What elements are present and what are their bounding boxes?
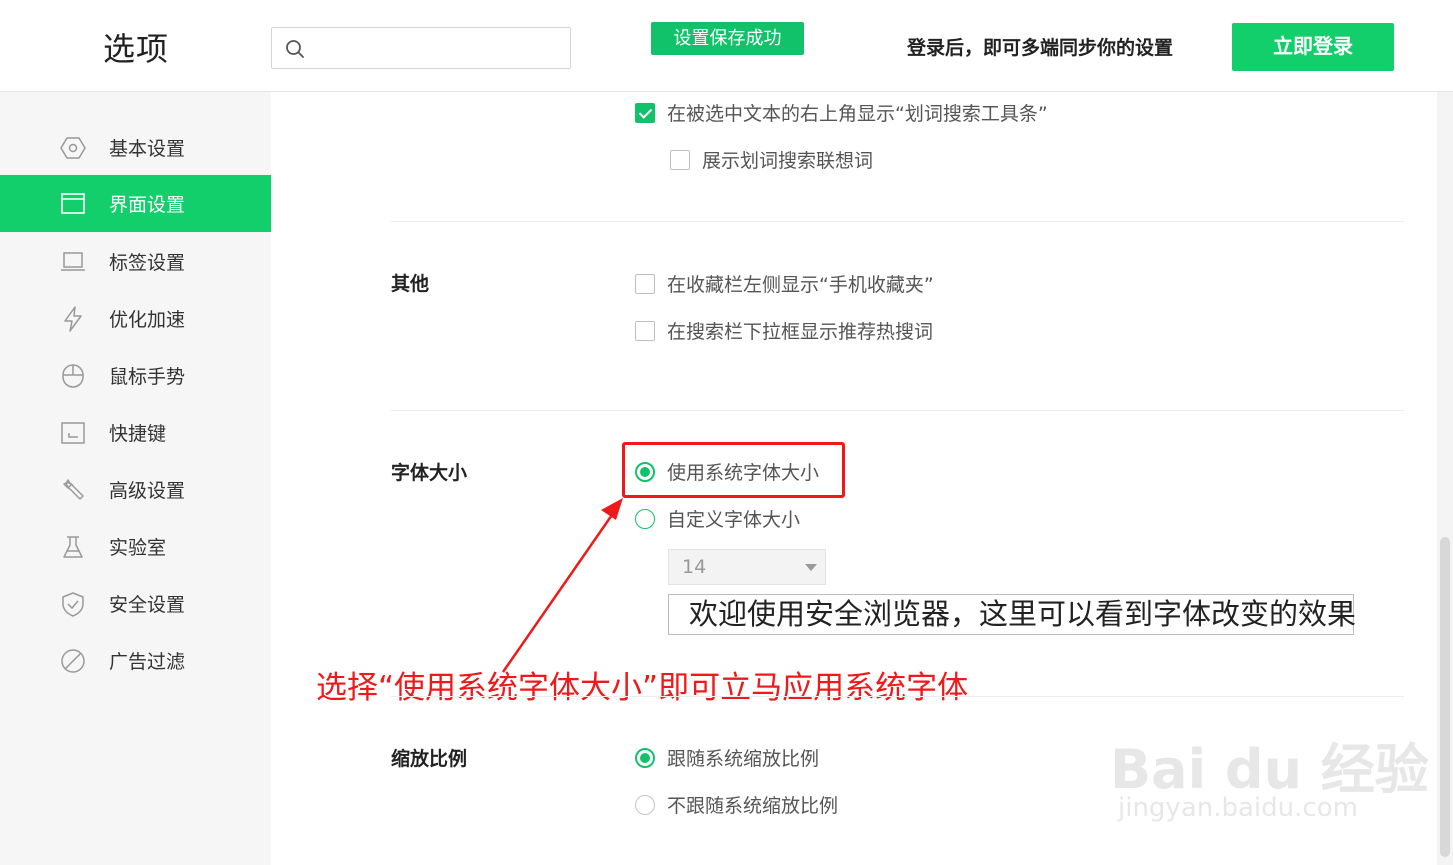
wrench-icon: [63, 479, 84, 500]
sidebar-item-basic[interactable]: 基本设置: [0, 119, 271, 176]
sidebar-item-ad-filter[interactable]: 广告过滤: [0, 632, 271, 689]
sidebar-item-lab[interactable]: 实验室: [0, 518, 271, 575]
sidebar-item-label: 标签设置: [109, 252, 186, 274]
option-label: 在收藏栏左侧显示“手机收藏夹”: [667, 274, 934, 296]
sidebar-item-security[interactable]: 安全设置: [0, 575, 271, 632]
divider: [391, 410, 1404, 411]
sidebar-item-label: 界面设置: [109, 194, 186, 216]
sidebar-item-label: 鼠标手势: [109, 366, 186, 388]
section-title-zoom: 缩放比例: [391, 748, 468, 770]
option-label: 不跟随系统缩放比例: [667, 795, 839, 817]
sidebar-item-label: 优化加速: [109, 309, 186, 331]
sidebar: 基本设置 界面设置 标签设置 优化加速 鼠标手势 快捷键 高级设置 实验室 安全…: [0, 92, 271, 865]
sidebar-item-label: 高级设置: [109, 480, 186, 502]
section-title-other: 其他: [391, 273, 430, 295]
login-button[interactable]: 立即登录: [1232, 23, 1394, 71]
search-input[interactable]: [314, 36, 559, 60]
page-title: 选项: [103, 30, 170, 68]
block-icon: [61, 649, 85, 673]
scrollbar-thumb[interactable]: [1440, 537, 1450, 857]
scrollbar[interactable]: [1437, 92, 1453, 865]
divider: [391, 696, 1404, 697]
save-success-toast: 设置保存成功: [651, 22, 804, 55]
sidebar-item-optimize[interactable]: 优化加速: [0, 290, 271, 347]
hot-search-checkbox[interactable]: [635, 320, 655, 341]
option-label: 跟随系统缩放比例: [667, 748, 820, 770]
not-follow-zoom-option[interactable]: 不跟随系统缩放比例: [635, 791, 838, 818]
sidebar-item-mouse-gesture[interactable]: 鼠标手势: [0, 347, 271, 404]
option-label: 在被选中文本的右上角显示“划词搜索工具条”: [667, 103, 1048, 125]
sidebar-item-shortcuts[interactable]: 快捷键: [0, 404, 271, 461]
sidebar-item-label: 实验室: [109, 537, 167, 559]
sidebar-item-label: 基本设置: [109, 138, 186, 160]
window-icon: [61, 193, 85, 214]
keyboard-icon: [61, 422, 85, 444]
hexagon-settings-icon: [60, 137, 86, 159]
sidebar-item-label: 快捷键: [109, 423, 167, 445]
section-title-font-size: 字体大小: [391, 462, 468, 484]
sidebar-item-tabs[interactable]: 标签设置: [0, 233, 271, 290]
sidebar-item-advanced[interactable]: 高级设置: [0, 461, 271, 518]
font-size-select[interactable]: 14: [668, 549, 826, 585]
header: 选项 设置保存成功 登录后，即可多端同步你的设置 立即登录: [0, 0, 1453, 92]
sidebar-item-label: 广告过滤: [109, 651, 186, 673]
follow-system-zoom-radio[interactable]: [635, 747, 655, 768]
divider: [391, 221, 1404, 222]
font-preview-box: 欢迎使用安全浏览器，这里可以看到字体改变的效果: [668, 594, 1356, 635]
shield-icon: [62, 592, 84, 617]
mobile-favorites-option[interactable]: 在收藏栏左侧显示“手机收藏夹”: [635, 270, 934, 297]
highlight-box: [622, 442, 845, 498]
tab-icon: [61, 252, 85, 271]
mobile-favorites-checkbox[interactable]: [635, 273, 655, 294]
custom-font-option[interactable]: 自定义字体大小: [635, 505, 800, 532]
mouse-icon: [62, 364, 84, 388]
not-follow-zoom-radio[interactable]: [635, 794, 655, 815]
custom-font-radio[interactable]: [635, 508, 655, 529]
annotation-text: 选择“使用系统字体大小”即可立马应用系统字体: [316, 670, 969, 706]
sidebar-item-label: 安全设置: [109, 594, 186, 616]
show-suggest-option[interactable]: 展示划词搜索联想词: [670, 146, 873, 173]
search-box[interactable]: [271, 27, 571, 69]
hot-search-option[interactable]: 在搜索栏下拉框显示推荐热搜词: [635, 317, 933, 344]
option-label: 自定义字体大小: [667, 509, 801, 531]
follow-system-zoom-option[interactable]: 跟随系统缩放比例: [635, 744, 819, 771]
show-toolbar-checkbox[interactable]: [635, 102, 655, 123]
font-size-value: 14: [682, 556, 707, 578]
chevron-down-icon: [805, 564, 817, 571]
search-icon: [286, 40, 304, 58]
login-tip: 登录后，即可多端同步你的设置: [907, 37, 1174, 59]
show-suggest-checkbox[interactable]: [670, 149, 690, 170]
sidebar-item-interface[interactable]: 界面设置: [0, 175, 271, 232]
flask-icon: [63, 536, 83, 558]
option-label: 展示划词搜索联想词: [702, 150, 874, 172]
settings-content: 在被选中文本的右上角显示“划词搜索工具条” 展示划词搜索联想词 其他 在收藏栏左…: [271, 92, 1453, 865]
show-toolbar-option[interactable]: 在被选中文本的右上角显示“划词搜索工具条”: [635, 99, 1048, 126]
option-label: 在搜索栏下拉框显示推荐热搜词: [667, 321, 934, 343]
lightning-icon: [64, 306, 82, 332]
